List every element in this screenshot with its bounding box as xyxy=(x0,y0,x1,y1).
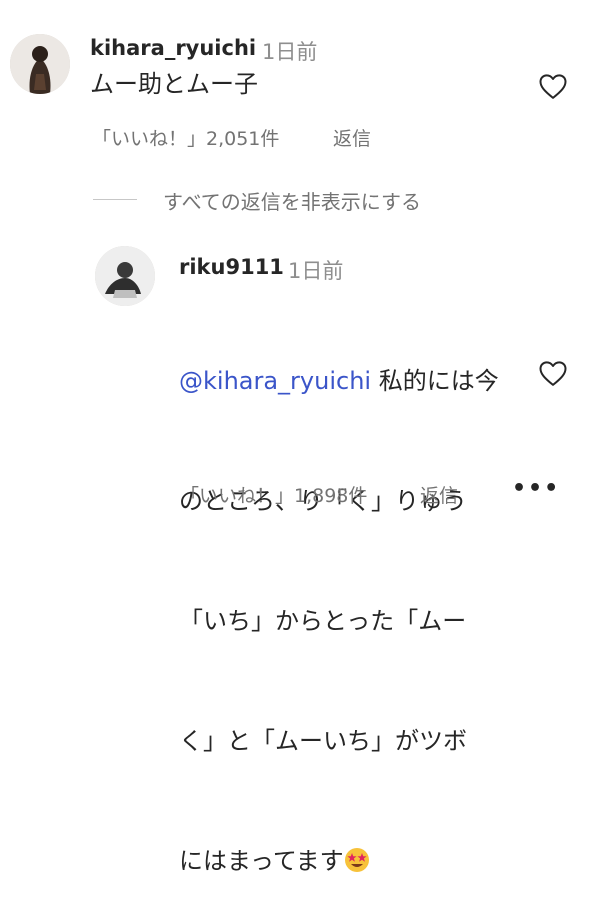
comment-reply-button[interactable]: 返信 xyxy=(333,124,371,151)
comment-time: 1日前 xyxy=(262,40,318,64)
more-dots-icon[interactable]: ••• xyxy=(512,476,560,501)
reply-username[interactable]: riku9111 xyxy=(179,255,284,279)
reply-text-line-1-rest: 私的には今 xyxy=(371,367,499,395)
star-struck-emoji xyxy=(344,848,369,872)
reply-text-line-4: く」と「ムーいち」がツボ xyxy=(179,727,467,755)
replies-divider xyxy=(93,199,137,200)
comment-avatar[interactable] xyxy=(10,34,70,94)
reply-reply-button[interactable]: 返信 xyxy=(420,481,458,508)
heart-outline-icon[interactable] xyxy=(538,359,568,387)
reply-text-line-5: にはまってます xyxy=(179,841,529,881)
reply-avatar[interactable] xyxy=(95,246,155,306)
comment-username[interactable]: kihara_ryuichi xyxy=(90,36,256,60)
reply-mention-link[interactable]: @kihara_ryuichi xyxy=(179,367,371,395)
reply-text: @kihara_ryuichi 私的には今 のところ、り「く」りゅう 「いち」か… xyxy=(179,281,529,921)
hide-replies-button[interactable]: すべての返信を非表示にする xyxy=(163,186,421,215)
reply-text-line-5-text: にはまってます xyxy=(179,847,344,875)
comment-text: ムー助とムー子 xyxy=(90,70,258,98)
heart-outline-icon[interactable] xyxy=(538,72,568,100)
reply-like-count[interactable]: 「いいね！」1,898件 xyxy=(180,481,367,508)
comment-like-count[interactable]: 「いいね！」2,051件 xyxy=(92,124,279,151)
reply-text-line-1: @kihara_ryuichi 私的には今 xyxy=(179,361,529,401)
reply-text-line-3: 「いち」からとった「ムー xyxy=(179,607,467,635)
